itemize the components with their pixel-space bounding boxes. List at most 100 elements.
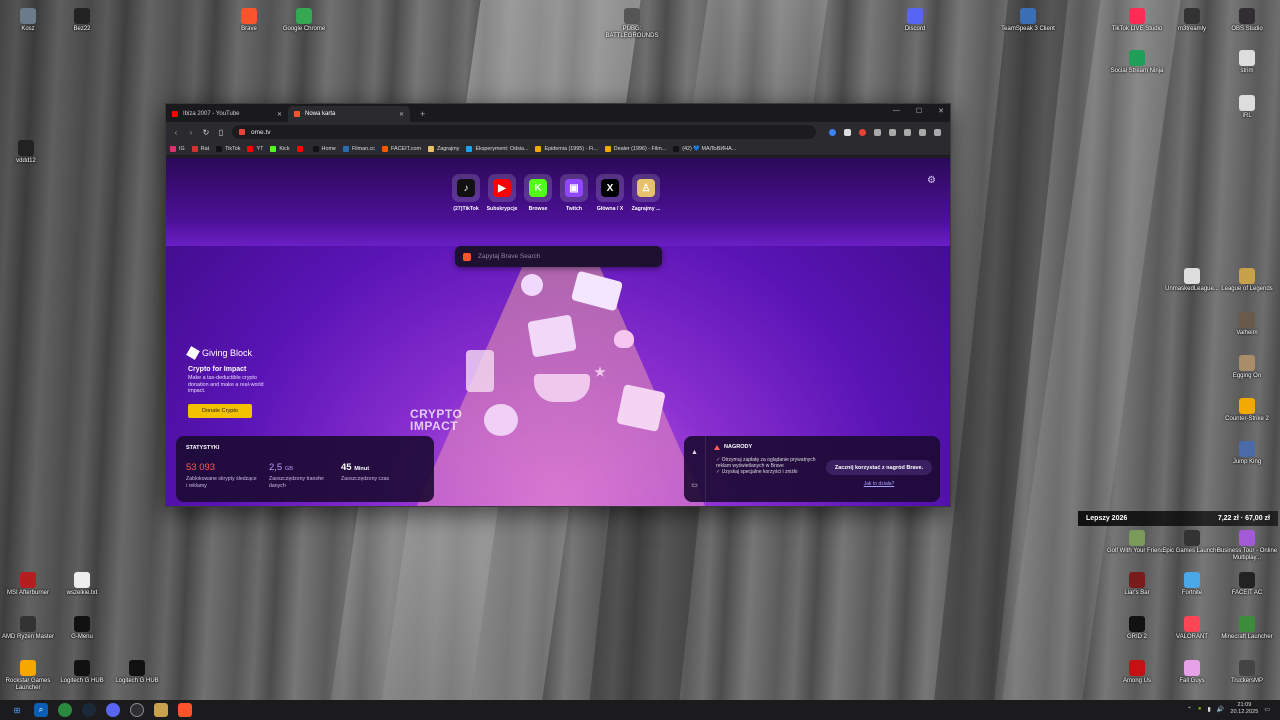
desktop-shortcut[interactable]: vddd12 xyxy=(0,140,58,165)
media-icon[interactable] xyxy=(919,128,926,136)
bookmark-item[interactable]: Epidemia (1995) - Fi... xyxy=(535,145,598,152)
drink-illustration xyxy=(466,350,494,392)
rewards-tab-icon[interactable]: ▲ xyxy=(691,449,698,456)
shortcut-label: Logitech G HUB xyxy=(115,678,159,684)
network-icon[interactable]: ▮ xyxy=(1208,706,1211,713)
brave-rewards-icon[interactable] xyxy=(859,128,866,136)
desktop-shortcut[interactable]: Jump King xyxy=(1215,441,1279,466)
top-site-icon: X xyxy=(601,179,619,197)
bookmark-icon[interactable]: ▯ xyxy=(217,128,225,137)
desktop-shortcut[interactable]: Social Stream Ninja xyxy=(1105,50,1169,75)
bookmark-item[interactable]: Rat xyxy=(191,145,209,152)
desktop-shortcut[interactable]: IRL xyxy=(1215,95,1279,120)
vpn-tab-icon[interactable]: ▭ xyxy=(691,481,698,489)
obs-taskbar-icon[interactable] xyxy=(130,703,144,717)
bookmark-item[interactable]: IG xyxy=(170,145,185,152)
shortcut-icon xyxy=(20,616,36,632)
brave-taskbar-icon[interactable] xyxy=(178,703,192,717)
desktop-shortcut[interactable]: Bez22 xyxy=(50,8,114,33)
bookmark-item[interactable]: Home xyxy=(312,145,336,152)
desktop-shortcut[interactable]: Minecraft Launcher xyxy=(1215,616,1279,641)
bookmark-item[interactable]: Filman.cc xyxy=(342,145,375,152)
savings-widget[interactable]: Lepszy 2026 7,22 zł · 67,00 zł xyxy=(1078,511,1278,526)
giving-block-logo-icon xyxy=(186,346,200,360)
desktop-shortcut[interactable]: OBS Studio xyxy=(1215,8,1279,33)
bookmark-item[interactable]: Eksperyment: Odsia... xyxy=(466,145,528,152)
bookmark-item[interactable] xyxy=(296,145,306,152)
desktop-shortcut[interactable]: TruckersMP xyxy=(1215,660,1279,685)
volume-icon[interactable]: 🔊 xyxy=(1217,706,1224,713)
extensions-icon[interactable] xyxy=(874,128,881,136)
tab-title: Ibiza 2007 - YouTube xyxy=(183,111,240,117)
url-text: ome.tv xyxy=(251,128,271,136)
tray-overflow-icon[interactable]: ⌃ xyxy=(1187,706,1192,713)
shortcut-icon xyxy=(1184,616,1200,632)
audio-icon[interactable] xyxy=(829,128,836,136)
menu-icon[interactable] xyxy=(934,128,941,136)
bookmark-item[interactable]: Dealer (1996) - Film... xyxy=(604,145,666,152)
start-rewards-button[interactable]: Zacznij korzystać z nagród Brave. xyxy=(826,460,932,475)
address-bar[interactable]: ome.tv xyxy=(232,125,816,139)
desktop-shortcut[interactable]: Logitech G HUB xyxy=(105,660,169,685)
start-icon[interactable]: ⊞ xyxy=(10,703,24,717)
top-site-icon: ▣ xyxy=(565,179,583,197)
top-site-tile[interactable]: ♪ (27)TikTok xyxy=(452,174,480,212)
bookmark-item[interactable]: TikTok xyxy=(216,145,240,152)
top-site-tile[interactable]: X Główna / X xyxy=(596,174,624,212)
desktop-shortcut[interactable]: FACEIT AC xyxy=(1215,572,1279,597)
close-window-icon[interactable]: ✕ xyxy=(938,107,944,115)
bookmark-item[interactable]: (42) 💙 МАЛЬВИНА... xyxy=(673,145,736,152)
search-icon[interactable]: ⌕ xyxy=(34,703,48,717)
minimize-icon[interactable]: — xyxy=(893,107,900,115)
how-it-works-link[interactable]: Jak to działa? xyxy=(826,481,932,487)
desktop-shortcut[interactable]: Google Chrome xyxy=(272,8,336,33)
desktop-shortcut[interactable]: Discord xyxy=(883,8,947,33)
forward-icon[interactable]: › xyxy=(187,128,195,137)
search-box[interactable]: Zapytaj Brave Search xyxy=(455,246,662,267)
top-site-tile[interactable]: ▣ Twitch xyxy=(560,174,588,212)
discord-taskbar-icon[interactable] xyxy=(106,703,120,717)
notifications-icon[interactable]: ▭ xyxy=(1264,706,1270,713)
settings-gear-icon[interactable]: ⚙ xyxy=(927,175,936,186)
desktop-shortcut[interactable]: TeamSpeak 3 Client xyxy=(996,8,1060,33)
site-info-icon[interactable] xyxy=(239,129,245,135)
shortcut-label: FACEIT AC xyxy=(1231,590,1263,596)
desktop-shortcut[interactable]: League of Legends xyxy=(1215,268,1279,293)
top-site-tile[interactable]: K Browse xyxy=(524,174,552,212)
desktop-shortcut[interactable]: G-Menu xyxy=(50,616,114,641)
brave-shields-icon[interactable] xyxy=(844,128,851,136)
back-icon[interactable]: ‹ xyxy=(172,128,180,137)
maximize-icon[interactable]: ☐ xyxy=(916,107,922,115)
chrome-taskbar-icon[interactable] xyxy=(58,703,72,717)
desktop-shortcut[interactable]: Business Tour - Online Multiplay... xyxy=(1215,530,1279,562)
league-taskbar-icon[interactable] xyxy=(154,703,168,717)
desktop-shortcut[interactable]: wszelkie.txt xyxy=(50,572,114,597)
bookmark-item[interactable]: FACEIT.com xyxy=(382,145,421,152)
desktop-shortcut[interactable]: strim xyxy=(1215,50,1279,75)
tab-youtube[interactable]: Ibiza 2007 - YouTube ✕ xyxy=(166,106,288,122)
top-site-tile[interactable]: ▶ Subskrypcje xyxy=(487,174,517,212)
bookmark-item[interactable]: Zagrajmy xyxy=(427,145,459,152)
nvidia-tray-icon[interactable]: ● xyxy=(1198,706,1202,712)
close-tab-icon[interactable]: ✕ xyxy=(399,111,404,118)
close-tab-icon[interactable]: ✕ xyxy=(277,111,282,118)
shortcut-icon xyxy=(1184,530,1200,546)
shortcut-label: wszelkie.txt xyxy=(66,590,98,596)
desktop-shortcut[interactable]: Valheim xyxy=(1215,312,1279,337)
desktop-shortcut[interactable]: Egging On xyxy=(1215,355,1279,380)
steam-taskbar-icon[interactable] xyxy=(82,703,96,717)
clock[interactable]: 21:09 20.12.2025 xyxy=(1230,702,1258,716)
desktop-shortcut[interactable]: Counter-Strike 2 xyxy=(1215,398,1279,423)
downloads-icon[interactable] xyxy=(889,128,896,136)
top-site-tile[interactable]: ♙ Zagrajmy ... xyxy=(632,174,660,212)
bookmark-item[interactable]: YT xyxy=(247,145,263,152)
widget-value-goal: 67,00 zł xyxy=(1245,515,1270,522)
new-tab-button[interactable]: + xyxy=(420,109,425,119)
desktop-shortcut[interactable]: PUBG: BATTLEGROUNDS xyxy=(600,8,664,40)
reload-icon[interactable]: ↻ xyxy=(202,128,210,137)
bookmark-item[interactable]: Kick xyxy=(270,145,290,152)
tab-new[interactable]: Nowa karta ✕ xyxy=(288,106,410,122)
tab-title: Nowa karta xyxy=(305,111,336,117)
donate-crypto-button[interactable]: Donate Crypto xyxy=(188,403,252,418)
link-icon[interactable] xyxy=(904,128,911,136)
